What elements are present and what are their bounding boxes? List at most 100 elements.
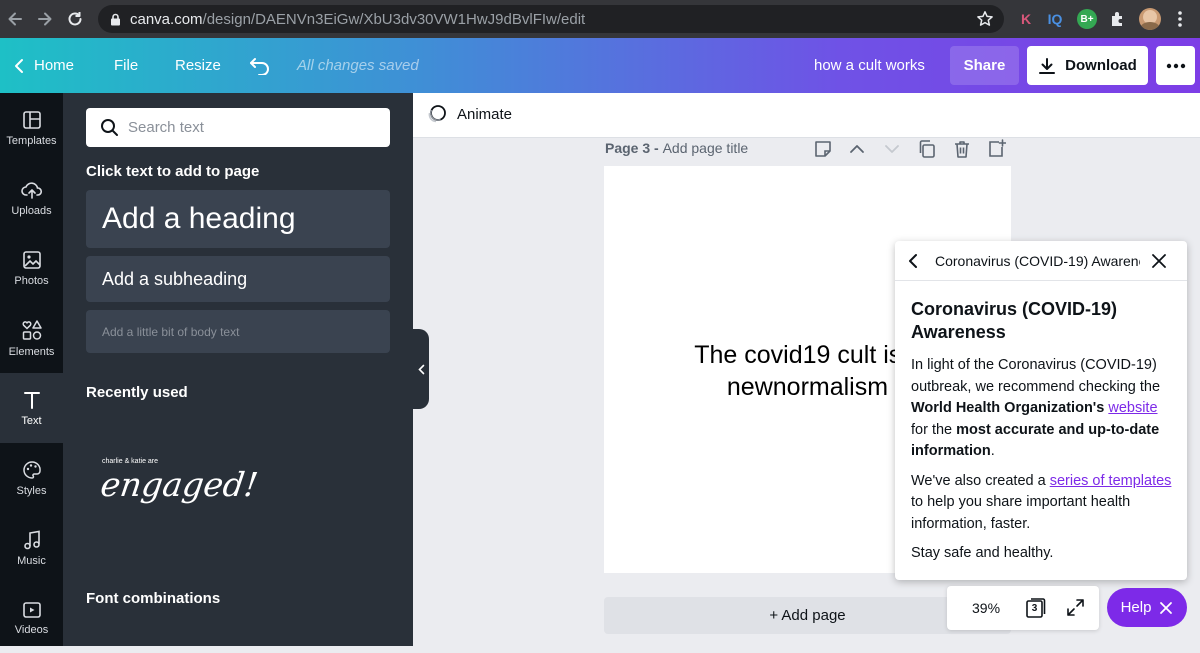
nav-elements[interactable]: Elements: [0, 303, 63, 373]
arrow-right-icon: [38, 12, 52, 26]
fullscreen-expand-icon[interactable]: [1066, 598, 1085, 617]
share-button[interactable]: Share: [950, 46, 1019, 85]
page-number: Page 3: [605, 140, 651, 156]
profile-avatar[interactable]: [1139, 8, 1161, 30]
font-combinations-title: Font combinations: [86, 590, 221, 607]
kebab-menu-icon[interactable]: [1176, 10, 1184, 28]
nav-uploads[interactable]: Uploads: [0, 163, 63, 233]
design-title[interactable]: how a cult works: [814, 38, 925, 93]
close-icon[interactable]: [1151, 253, 1167, 269]
undo-button[interactable]: [249, 38, 271, 93]
zoom-level[interactable]: 39%: [972, 600, 1000, 616]
help-panel: Coronavirus (COVID-19) Awareness Coronav…: [895, 241, 1187, 580]
help-paragraph-1: In light of the Coronavirus (COVID-19) o…: [911, 355, 1173, 463]
add-body-text-button[interactable]: Add a little bit of body text: [86, 310, 390, 353]
palette-icon: [22, 460, 41, 479]
help-paragraph-2: We've also created a series of templates…: [911, 471, 1173, 536]
nav-styles[interactable]: Styles: [0, 443, 63, 513]
browser-back-button[interactable]: [4, 8, 26, 30]
search-placeholder: Search text: [128, 119, 204, 136]
help-paragraph-3: Stay safe and healthy.: [911, 545, 1054, 561]
add-subheading-label: Add a subheading: [102, 268, 248, 289]
help-panel-header-title: Coronavirus (COVID-19) Awareness: [935, 253, 1140, 269]
browser-reload-button[interactable]: [64, 8, 86, 30]
nav-templates-label: Templates: [6, 134, 57, 147]
recent-template-small-text: charlie & katie are: [102, 458, 159, 465]
back-arrow-icon[interactable]: [908, 253, 918, 269]
page-count-label: 3: [1031, 603, 1038, 614]
chevron-left-icon: [417, 364, 424, 374]
text-panel: Search text Click text to add to page Ad…: [63, 93, 413, 646]
add-page-icon[interactable]: [986, 139, 1006, 159]
help-article: Coronavirus (COVID-19) Awareness In ligh…: [911, 298, 1173, 573]
music-note-icon: [23, 530, 40, 549]
help-panel-header: Coronavirus (COVID-19) Awareness: [895, 241, 1187, 281]
move-page-up-icon[interactable]: [847, 139, 867, 159]
nav-templates[interactable]: Templates: [0, 93, 63, 163]
recent-text-template[interactable]: charlie & katie are engaged!: [86, 443, 260, 523]
nav-photos-label: Photos: [14, 274, 49, 287]
b-plus-extension-icon[interactable]: B+: [1077, 9, 1097, 29]
series-of-templates-link[interactable]: series of templates: [1050, 473, 1172, 489]
address-bar[interactable]: canva.com/design/DAENVn3EiGw/XbU3dv30VW1…: [98, 5, 1004, 33]
nav-elements-label: Elements: [8, 345, 55, 358]
page-header[interactable]: Page 3 - Add page title: [605, 140, 748, 156]
help-article-title: Coronavirus (COVID-19) Awareness: [911, 299, 1118, 342]
file-menu-button[interactable]: File: [114, 38, 138, 93]
page-notes-icon[interactable]: [813, 139, 833, 159]
resize-button[interactable]: Resize: [175, 38, 221, 93]
help-p1-bold-org: World Health Organization's: [911, 400, 1105, 416]
nav-uploads-label: Uploads: [11, 204, 52, 217]
delete-page-icon[interactable]: [952, 139, 972, 159]
editor-topbar: Home File Resize All changes saved how a…: [0, 38, 1200, 93]
reload-icon: [68, 12, 82, 26]
duplicate-page-icon[interactable]: [917, 139, 937, 159]
nav-videos[interactable]: Videos: [0, 583, 63, 653]
animate-icon: [428, 105, 446, 123]
nav-videos-label: Videos: [14, 623, 49, 636]
search-input[interactable]: Search text: [86, 108, 390, 147]
help-p2-text-2: to help you share important health infor…: [911, 494, 1131, 532]
lock-icon: [111, 13, 120, 26]
close-icon: [1160, 601, 1173, 614]
save-status-label: All changes saved: [297, 57, 419, 74]
side-nav: Templates Uploads Photos Elements Text S…: [0, 93, 63, 646]
add-subheading-button[interactable]: Add a subheading: [86, 256, 390, 302]
nav-music[interactable]: Music: [0, 513, 63, 583]
text-t-icon: [23, 391, 40, 409]
resize-label: Resize: [175, 57, 221, 74]
download-icon: [1039, 57, 1056, 74]
nav-text[interactable]: Text: [0, 373, 63, 443]
more-options-button[interactable]: [1156, 46, 1195, 85]
browser-forward-button[interactable]: [34, 8, 56, 30]
puzzle-piece-icon[interactable]: [1109, 10, 1127, 28]
templates-icon: [22, 110, 41, 129]
help-p1-text-2: for the: [911, 421, 957, 438]
who-website-link[interactable]: website: [1108, 400, 1157, 416]
home-button[interactable]: Home: [14, 38, 74, 93]
file-label: File: [114, 57, 139, 74]
collapse-panel-button[interactable]: [413, 329, 429, 409]
video-icon: [22, 601, 41, 618]
nav-music-label: Music: [17, 554, 46, 567]
upload-cloud-icon: [20, 181, 42, 199]
nav-styles-label: Styles: [16, 484, 47, 497]
animate-toolbar: Animate: [413, 93, 1200, 138]
help-label: Help: [1120, 599, 1152, 616]
download-button[interactable]: Download: [1027, 46, 1148, 85]
move-page-down-icon[interactable]: [882, 139, 902, 159]
animate-button[interactable]: Animate: [427, 104, 512, 124]
design-title-label: how a cult works: [814, 57, 925, 74]
undo-icon: [250, 57, 269, 75]
nav-photos[interactable]: Photos: [0, 233, 63, 303]
iq-extension-icon[interactable]: IQ: [1045, 9, 1065, 29]
k-extension-icon[interactable]: K: [1016, 9, 1036, 29]
click-text-title: Click text to add to page: [86, 163, 260, 180]
page-count-button[interactable]: 3: [1026, 597, 1046, 618]
help-button[interactable]: Help: [1107, 588, 1187, 627]
add-heading-button[interactable]: Add a heading: [86, 190, 390, 248]
bookmark-star-icon[interactable]: [976, 10, 994, 28]
recently-used-title: Recently used: [86, 384, 188, 401]
shapes-icon: [21, 319, 42, 340]
image-icon: [22, 250, 41, 269]
